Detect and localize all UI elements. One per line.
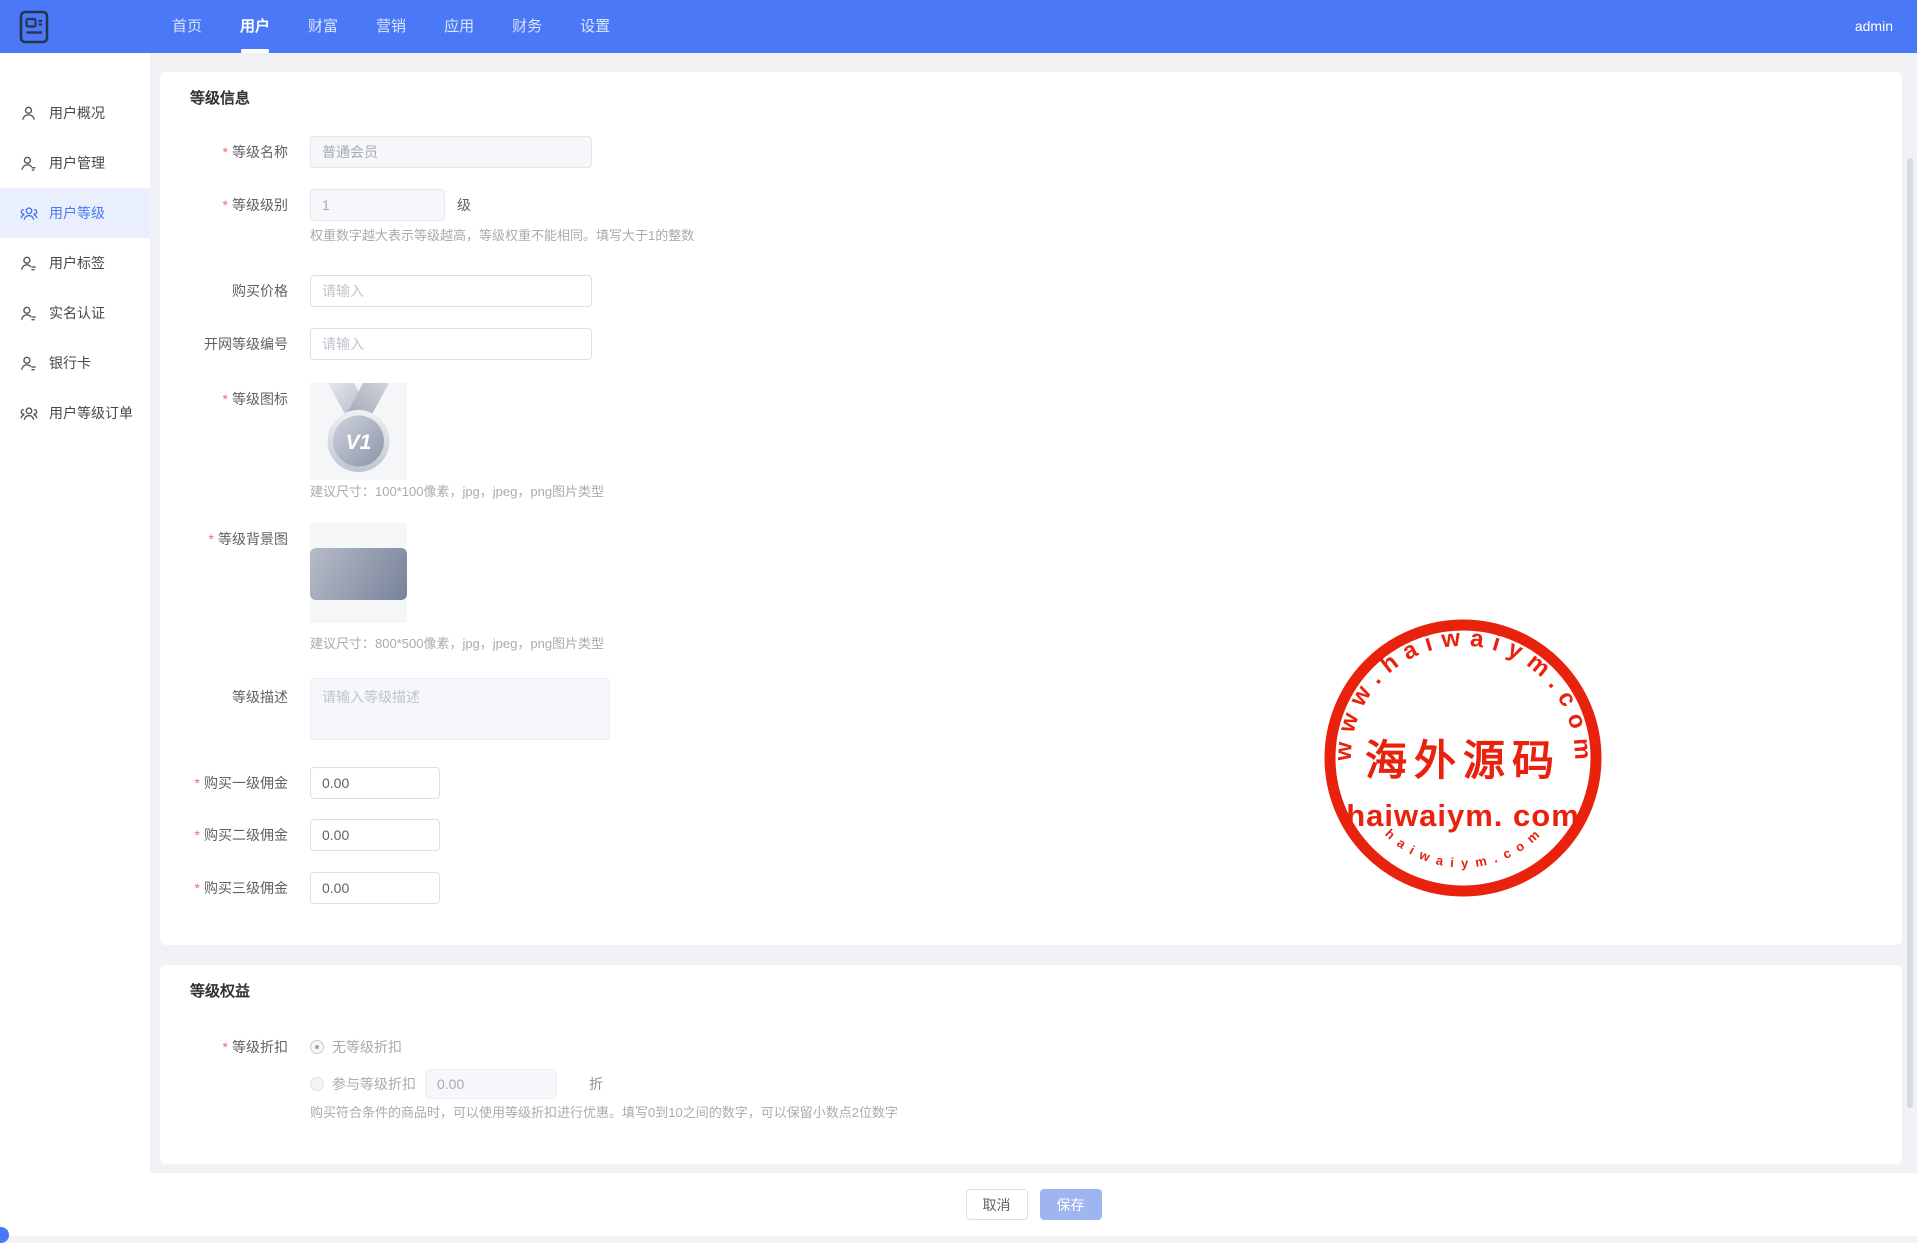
sidebar-item-realname-auth[interactable]: 实名认证 [0,288,150,338]
medal-badge-text: V1 [346,431,372,454]
level-name-input[interactable] [310,136,592,168]
radio-no-discount[interactable] [310,1040,324,1054]
realname-auth-icon [20,304,38,322]
discount-help: 购买符合条件的商品时，可以使用等级折扣进行优惠。填写0到10之间的数字，可以保留… [310,1105,898,1121]
nav-item-settings[interactable]: 设置 [580,0,610,53]
required-mark: * [195,827,200,843]
required-mark: * [223,144,228,160]
commission1-input[interactable] [310,767,440,799]
open-level-no-input[interactable] [310,328,592,360]
required-mark: * [223,391,228,407]
level-icon-upload[interactable]: V1 [310,383,407,480]
sidebar-item-label: 用户等级 [49,203,105,223]
purchase-price-input[interactable] [310,275,592,307]
radio-no-discount-label: 无等级折扣 [332,1037,402,1057]
nav-item-marketing[interactable]: 营销 [376,0,406,53]
user-level-order-icon [20,404,38,422]
required-mark: * [195,880,200,896]
field-label-commission1: *购买一级佣金 [160,773,288,793]
field-label-level-icon: *等级图标 [160,383,288,409]
sidebar: 用户概况 用户管理 用户等级 用户标签 实名认证 银行卡 用户等级订单 [0,53,150,1236]
user-tag-icon [20,254,38,272]
level-rights-card: 等级权益 *等级折扣 无等级折扣 参与等级折扣 折 购买符合条件的商品时，可以使… [160,965,1902,1164]
user-overview-icon [20,104,38,122]
field-label-purchase-price: 购买价格 [160,281,288,301]
nav-item-user[interactable]: 用户 [240,0,270,53]
field-label-commission2: *购买二级佣金 [160,825,288,845]
app-logo[interactable] [15,9,53,45]
nav-item-wealth[interactable]: 财富 [308,0,338,53]
sidebar-item-user-manage[interactable]: 用户管理 [0,138,150,188]
sidebar-item-label: 银行卡 [49,353,91,373]
nav-item-finance[interactable]: 财务 [512,0,542,53]
id-card-logo-icon [17,9,51,45]
level-desc-textarea[interactable] [310,678,610,740]
field-label-discount: *等级折扣 [160,1037,288,1057]
sidebar-item-label: 用户标签 [49,253,105,273]
section-title-level-info: 等级信息 [190,87,250,108]
level-bg-help: 建议尺寸：800*500像素，jpg，jpeg，png图片类型 [310,636,604,652]
medal-icon: V1 [310,383,407,480]
discount-unit: 折 [589,1074,603,1094]
vertical-scrollbar[interactable] [1907,158,1913,1108]
level-bg-preview [310,548,407,600]
field-label-level-bg: *等级背景图 [160,523,288,549]
field-label-open-level-no: 开网等级编号 [160,334,288,354]
sidebar-item-label: 用户等级订单 [49,403,133,423]
nav-item-apps[interactable]: 应用 [444,0,474,53]
level-grade-help: 权重数字越大表示等级越高，等级权重不能相同。填写大于1的整数 [310,228,694,244]
radio-join-discount[interactable] [310,1077,324,1091]
field-label-level-grade: *等级级别 [160,195,288,215]
level-grade-unit: 级 [457,195,471,215]
field-label-commission3: *购买三级佣金 [160,878,288,898]
commission3-input[interactable] [310,872,440,904]
sidebar-item-user-tag[interactable]: 用户标签 [0,238,150,288]
sidebar-item-label: 实名认证 [49,303,105,323]
required-mark: * [195,775,200,791]
required-mark: * [223,1039,228,1055]
radio-join-discount-label: 参与等级折扣 [332,1074,416,1094]
user-manage-icon [20,154,38,172]
sidebar-item-bank-card[interactable]: 银行卡 [0,338,150,388]
level-bg-upload[interactable] [310,523,407,623]
level-grade-input[interactable] [310,189,445,221]
main-nav: 首页 用户 财富 营销 应用 财务 设置 [172,0,610,53]
sidebar-item-label: 用户概况 [49,103,105,123]
level-icon-help: 建议尺寸：100*100像素，jpg，jpeg，png图片类型 [310,484,604,500]
field-label-level-name: *等级名称 [160,142,288,162]
sidebar-item-label: 用户管理 [49,153,105,173]
discount-value-input[interactable] [425,1069,557,1099]
top-navbar: 首页 用户 财富 营销 应用 财务 设置 admin [0,0,1917,53]
save-button[interactable]: 保存 [1040,1189,1102,1220]
current-user[interactable]: admin [1855,0,1893,53]
commission2-input[interactable] [310,819,440,851]
sidebar-item-user-overview[interactable]: 用户概况 [0,88,150,138]
level-info-card: 等级信息 *等级名称 *等级级别 级 权重数字越大表示等级越高，等级权重不能相同… [160,72,1902,945]
form-footer: 取消 保存 [150,1173,1917,1236]
sidebar-item-user-level-order[interactable]: 用户等级订单 [0,388,150,438]
discount-option-none[interactable]: 无等级折扣 [310,1037,402,1057]
user-level-icon [20,204,38,222]
sidebar-item-user-level[interactable]: 用户等级 [0,188,150,238]
discount-option-join[interactable]: 参与等级折扣 折 [310,1069,603,1099]
section-title-level-rights: 等级权益 [190,980,250,1001]
nav-item-home[interactable]: 首页 [172,0,202,53]
field-label-level-desc: 等级描述 [160,678,288,707]
cancel-button[interactable]: 取消 [966,1189,1028,1220]
bank-card-icon [20,354,38,372]
required-mark: * [223,197,228,213]
required-mark: * [209,531,214,547]
